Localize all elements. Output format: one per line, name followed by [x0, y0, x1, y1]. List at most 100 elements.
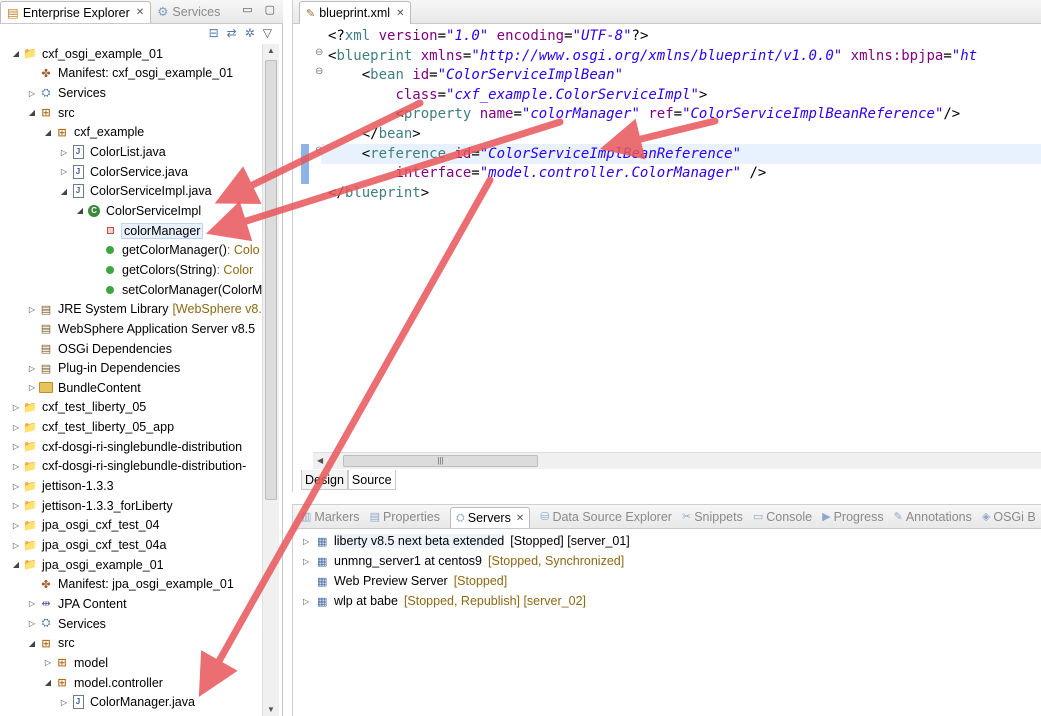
tab-design[interactable]: Design [301, 470, 348, 490]
collapsed-arrow-icon[interactable]: ▷ [58, 698, 70, 707]
tab-services[interactable]: ⚙ Services [151, 0, 226, 23]
collapsed-arrow-icon[interactable]: ▷ [10, 442, 22, 451]
collapsed-arrow-icon[interactable]: ▷ [10, 423, 22, 432]
minimize-icon[interactable]: ▭ [242, 3, 252, 16]
server-row[interactable]: ▷ ▦ unmng_server1 at centos9 [Stopped, Sync… [303, 551, 630, 571]
collapsed-arrow-icon[interactable]: ▷ [303, 537, 317, 546]
tree-item[interactable]: ▷ 📁 cxf_test_liberty_05_app [0, 417, 262, 437]
tab-progress[interactable]: ▶ Progress [822, 510, 884, 524]
expanded-arrow-icon[interactable]: ◢ [74, 206, 86, 215]
tab-source[interactable]: Source [347, 470, 396, 490]
tree-item[interactable]: ▤ OSGi Dependencies [0, 339, 262, 359]
tab-properties[interactable]: ▤ Properties [370, 510, 440, 524]
expanded-arrow-icon[interactable]: ◢ [42, 678, 54, 687]
tree-item[interactable]: colorManager [0, 221, 262, 241]
tree-item[interactable]: setColorManager(ColorM [0, 280, 262, 300]
fold-icon[interactable]: ⊖ [315, 66, 323, 77]
tree-item[interactable]: ▷ J ColorManager.java [0, 692, 262, 712]
close-icon[interactable]: ✕ [516, 513, 524, 524]
collapsed-arrow-icon[interactable]: ▷ [26, 619, 38, 628]
tree-item[interactable]: ▷ 📁 jettison-1.3.3_forLiberty [0, 496, 262, 516]
expanded-arrow-icon[interactable]: ◢ [10, 560, 22, 569]
collapsed-arrow-icon[interactable]: ▷ [26, 364, 38, 373]
tree-item[interactable]: ▷ ⛭ Services [0, 614, 262, 634]
collapsed-arrow-icon[interactable]: ▷ [303, 597, 317, 606]
tree-item[interactable]: ▷ ▤ JRE System Library [WebSphere v8.5 [0, 299, 262, 319]
collapsed-arrow-icon[interactable]: ▷ [10, 482, 22, 491]
collapsed-arrow-icon[interactable]: ▷ [303, 557, 317, 566]
collapsed-arrow-icon[interactable]: ▷ [10, 403, 22, 412]
collapse-all-icon[interactable]: ⊟ [209, 26, 219, 40]
tab-annotations[interactable]: ✎ Annotations [894, 510, 972, 524]
collapsed-arrow-icon[interactable]: ▷ [42, 658, 54, 667]
editor-horizontal-scrollbar[interactable]: ◀ ||| [313, 452, 1041, 469]
collapsed-arrow-icon[interactable]: ▷ [26, 305, 38, 314]
collapsed-arrow-icon[interactable]: ▷ [58, 148, 70, 157]
scroll-up-icon[interactable]: ▲ [267, 46, 275, 55]
filter-icon[interactable]: ✲ [245, 26, 255, 40]
tree-item[interactable]: ◢ C ColorServiceImpl [0, 201, 262, 221]
close-icon[interactable]: ✕ [136, 7, 144, 18]
expanded-arrow-icon[interactable]: ◢ [10, 49, 22, 58]
tree-item[interactable]: ▷ ⛭ Services [0, 83, 262, 103]
scroll-left-icon[interactable]: ◀ [317, 456, 323, 465]
collapsed-arrow-icon[interactable]: ▷ [10, 521, 22, 530]
tree-item[interactable]: ▷ 📁 cxf-dosgi-ri-singlebundle-distribution [0, 437, 262, 457]
explorer-vertical-scrollbar[interactable]: ▲ ▼ [262, 44, 279, 716]
scrollbar-thumb[interactable]: ||| [343, 455, 538, 467]
tab-enterprise-explorer[interactable]: ▤ Enterprise Explorer ✕ [0, 1, 152, 23]
tree-item[interactable]: ◢ ⊞ src [0, 103, 262, 123]
tree-item[interactable]: ▤ WebSphere Application Server v8.5 [0, 319, 262, 339]
tree-item[interactable]: ◢ ⊞ cxf_example [0, 123, 262, 143]
server-row[interactable]: ▷ ▦ liberty v8.5 next beta extended [Stoppe… [303, 531, 630, 551]
tab-markers[interactable]: ▥ Markers [301, 510, 360, 524]
collapsed-arrow-icon[interactable]: ▷ [10, 501, 22, 510]
maximize-icon[interactable]: ▢ [265, 3, 275, 16]
expanded-arrow-icon[interactable]: ◢ [26, 108, 38, 117]
tree-item[interactable]: ▷ 📁 jpa_osgi_cxf_test_04 [0, 516, 262, 536]
close-icon[interactable]: ✕ [396, 8, 404, 19]
tab-osgi-b[interactable]: ◈ OSGi B [982, 510, 1036, 524]
tree-item[interactable]: ▷ 📁 cxf-dosgi-ri-singlebundle-distribution… [0, 457, 262, 477]
tree-item[interactable]: ✤ Manifest: cxf_osgi_example_01 [0, 64, 262, 84]
tree-item[interactable]: ▷ 📁 jpa_osgi_cxf_test_04a [0, 535, 262, 555]
tree-item[interactable]: ▷ 📁 jettison-1.3.3 [0, 476, 262, 496]
tree-item[interactable]: getColors(String) : Color [0, 260, 262, 280]
scrollbar-thumb[interactable] [265, 60, 277, 500]
tree-item[interactable]: ▷ ⇹ JPA Content [0, 594, 262, 614]
tree-item[interactable]: ◢ 📁 cxf_osgi_example_01 [0, 44, 262, 64]
tree-item[interactable]: ▷ BundleContent [0, 378, 262, 398]
collapsed-arrow-icon[interactable]: ▷ [26, 383, 38, 392]
tree-item[interactable]: ◢ ⊞ src [0, 634, 262, 654]
tree-item[interactable]: getColorManager() : Colo [0, 241, 262, 261]
view-menu-icon[interactable]: ▽ [263, 26, 272, 40]
scroll-down-icon[interactable]: ▼ [267, 705, 275, 714]
tree-item[interactable]: ▷ J ColorList.java [0, 142, 262, 162]
expanded-arrow-icon[interactable]: ◢ [42, 128, 54, 137]
collapsed-arrow-icon[interactable]: ▷ [10, 462, 22, 471]
tree-item[interactable]: ▷ ⊞ model [0, 653, 262, 673]
tab-blueprint-xml[interactable]: ✎ blueprint.xml ✕ [299, 1, 412, 24]
collapsed-arrow-icon[interactable]: ▷ [26, 599, 38, 608]
collapsed-arrow-icon[interactable]: ▷ [58, 167, 70, 176]
tree-item[interactable]: ◢ 📁 jpa_osgi_example_01 [0, 555, 262, 575]
server-row[interactable]: ▷ ▦ wlp at babe [Stopped, Republish] [serve… [303, 591, 630, 611]
expanded-arrow-icon[interactable]: ◢ [26, 639, 38, 648]
tree-item[interactable]: ▷ J ColorService.java [0, 162, 262, 182]
xml-source-code[interactable]: <?xml version="1.0" encoding="UTF-8"?> <b… [328, 27, 977, 203]
tab-console[interactable]: ▭ Console [753, 510, 812, 524]
server-row[interactable]: ▦ Web Preview Server [Stopped] [303, 571, 630, 591]
collapsed-arrow-icon[interactable]: ▷ [26, 89, 38, 98]
collapsed-arrow-icon[interactable]: ▷ [10, 541, 22, 550]
tab-data-source-explorer[interactable]: ⛁ Data Source Explorer [540, 510, 672, 524]
link-with-editor-icon[interactable]: ⇄ [227, 26, 237, 40]
tree-item[interactable]: ◢ J ColorServiceImpl.java [0, 182, 262, 202]
tree-item[interactable]: ✤ Manifest: jpa_osgi_example_01 [0, 575, 262, 595]
tree-item[interactable]: ▷ 📁 cxf_test_liberty_05 [0, 398, 262, 418]
tree-item[interactable]: ▷ ▤ Plug-in Dependencies [0, 358, 262, 378]
expanded-arrow-icon[interactable]: ◢ [58, 187, 70, 196]
fold-icon[interactable]: ⊖ [315, 47, 323, 58]
tab-servers[interactable]: ⛭ Servers ✕ [449, 507, 531, 528]
tree-item[interactable]: ◢ ⊞ model.controller [0, 673, 262, 693]
tab-snippets[interactable]: ✂ Snippets [682, 510, 743, 524]
